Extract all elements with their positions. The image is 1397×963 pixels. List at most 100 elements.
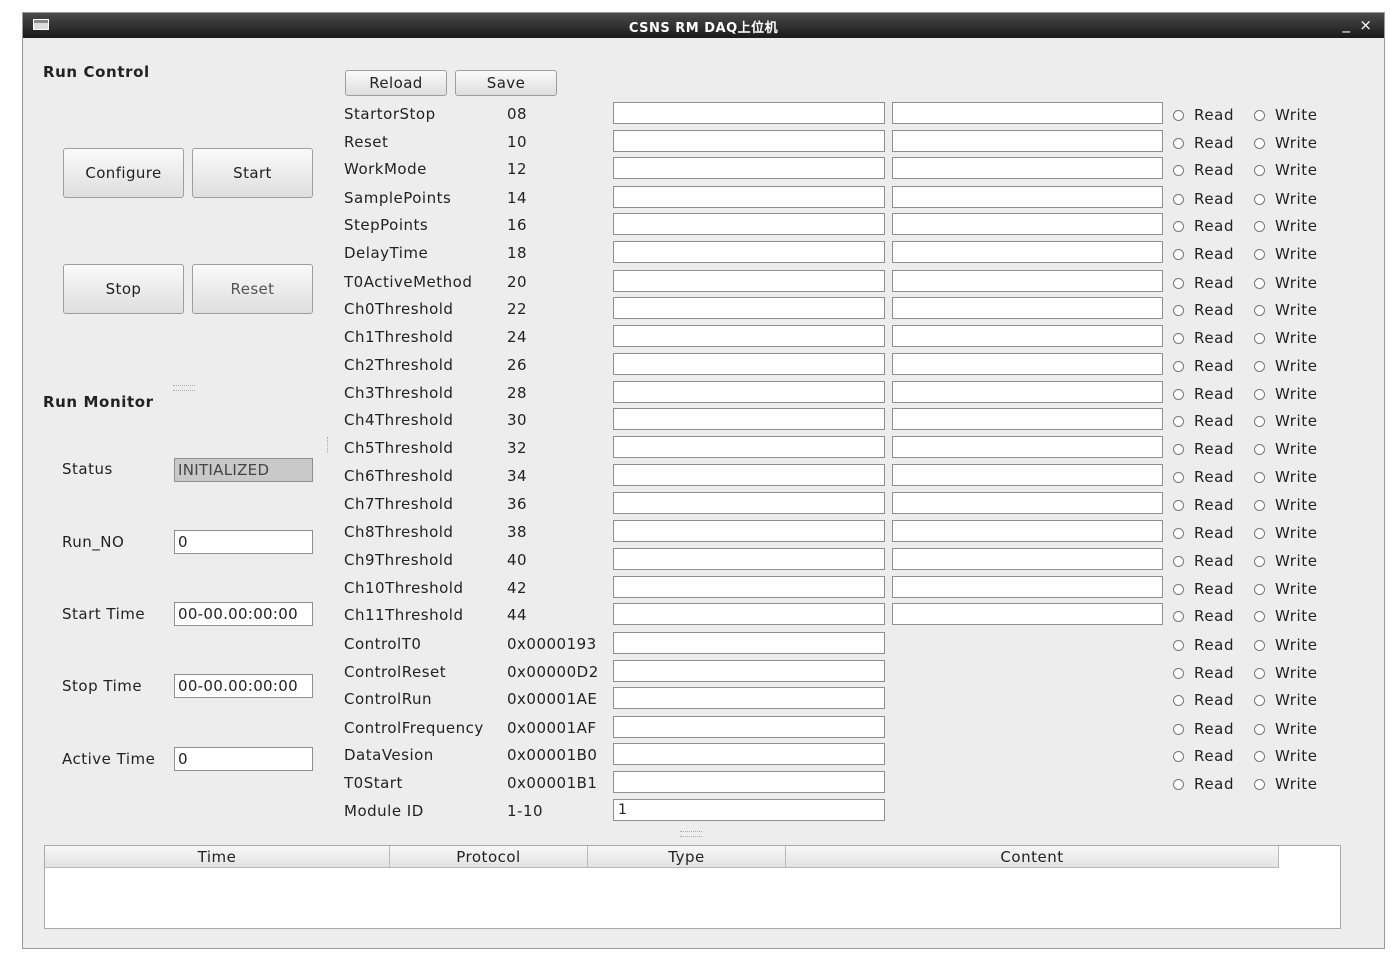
- register-value-field[interactable]: [613, 353, 885, 375]
- active-time-field[interactable]: 0: [174, 747, 313, 771]
- read-radio[interactable]: Read: [1173, 607, 1234, 625]
- register-value-field[interactable]: [613, 687, 885, 709]
- register-value-field[interactable]: [613, 660, 885, 682]
- write-radio[interactable]: Write: [1254, 217, 1318, 235]
- read-radio[interactable]: Read: [1173, 747, 1234, 765]
- read-radio[interactable]: Read: [1173, 274, 1234, 292]
- register-readback-field[interactable]: [892, 241, 1163, 263]
- column-header-content[interactable]: Content: [786, 846, 1279, 868]
- read-radio[interactable]: Read: [1173, 664, 1234, 682]
- write-radio[interactable]: Write: [1254, 607, 1318, 625]
- register-readback-field[interactable]: [892, 603, 1163, 625]
- read-radio[interactable]: Read: [1173, 468, 1234, 486]
- register-readback-field[interactable]: [892, 464, 1163, 486]
- read-radio[interactable]: Read: [1173, 552, 1234, 570]
- register-value-field[interactable]: [613, 548, 885, 570]
- write-radio[interactable]: Write: [1254, 496, 1318, 514]
- reset-button[interactable]: Reset: [192, 264, 313, 314]
- register-readback-field[interactable]: [892, 186, 1163, 208]
- register-readback-field[interactable]: [892, 130, 1163, 152]
- register-value-field[interactable]: [613, 743, 885, 765]
- read-radio[interactable]: Read: [1173, 134, 1234, 152]
- read-radio[interactable]: Read: [1173, 691, 1234, 709]
- register-value-field[interactable]: [613, 492, 885, 514]
- read-radio[interactable]: Read: [1173, 357, 1234, 375]
- write-radio[interactable]: Write: [1254, 775, 1318, 793]
- register-readback-field[interactable]: [892, 436, 1163, 458]
- read-radio[interactable]: Read: [1173, 106, 1234, 124]
- register-value-field[interactable]: [613, 297, 885, 319]
- read-radio[interactable]: Read: [1173, 580, 1234, 598]
- write-radio[interactable]: Write: [1254, 161, 1318, 179]
- stop-time-field[interactable]: 00-00.00:00:00: [174, 674, 313, 698]
- register-value-field[interactable]: [613, 130, 885, 152]
- write-radio[interactable]: Write: [1254, 468, 1318, 486]
- register-readback-field[interactable]: [892, 297, 1163, 319]
- write-radio[interactable]: Write: [1254, 412, 1318, 430]
- register-readback-field[interactable]: [892, 157, 1163, 179]
- write-radio[interactable]: Write: [1254, 134, 1318, 152]
- register-value-field[interactable]: [613, 241, 885, 263]
- register-readback-field[interactable]: [892, 548, 1163, 570]
- register-value-field[interactable]: [613, 436, 885, 458]
- close-button[interactable]: ×: [1359, 16, 1372, 34]
- start-button[interactable]: Start: [192, 148, 313, 198]
- write-radio[interactable]: Write: [1254, 245, 1318, 263]
- register-value-field[interactable]: [613, 520, 885, 542]
- write-radio[interactable]: Write: [1254, 329, 1318, 347]
- register-readback-field[interactable]: [892, 102, 1163, 124]
- read-radio[interactable]: Read: [1173, 524, 1234, 542]
- write-radio[interactable]: Write: [1254, 301, 1318, 319]
- splitter-handle[interactable]: [173, 385, 195, 391]
- register-readback-field[interactable]: [892, 325, 1163, 347]
- write-radio[interactable]: Write: [1254, 747, 1318, 765]
- write-radio[interactable]: Write: [1254, 274, 1318, 292]
- register-value-field[interactable]: [613, 603, 885, 625]
- start-time-field[interactable]: 00-00.00:00:00: [174, 602, 313, 626]
- read-radio[interactable]: Read: [1173, 190, 1234, 208]
- register-readback-field[interactable]: [892, 576, 1163, 598]
- register-value-field[interactable]: [613, 213, 885, 235]
- configure-button[interactable]: Configure: [63, 148, 184, 198]
- write-radio[interactable]: Write: [1254, 385, 1318, 403]
- log-table[interactable]: Time Protocol Type Content: [44, 845, 1341, 929]
- register-value-field[interactable]: [613, 632, 885, 654]
- register-value-field[interactable]: [613, 381, 885, 403]
- write-radio[interactable]: Write: [1254, 552, 1318, 570]
- register-readback-field[interactable]: [892, 270, 1163, 292]
- register-value-field[interactable]: [613, 325, 885, 347]
- register-readback-field[interactable]: [892, 408, 1163, 430]
- column-header-protocol[interactable]: Protocol: [390, 846, 588, 868]
- title-bar[interactable]: CSNS RM DAQ上位机 _ ×: [23, 13, 1384, 38]
- write-radio[interactable]: Write: [1254, 691, 1318, 709]
- column-header-type[interactable]: Type: [588, 846, 786, 868]
- run-no-field[interactable]: 0: [174, 530, 313, 554]
- write-radio[interactable]: Write: [1254, 357, 1318, 375]
- write-radio[interactable]: Write: [1254, 636, 1318, 654]
- register-value-field[interactable]: [613, 576, 885, 598]
- read-radio[interactable]: Read: [1173, 301, 1234, 319]
- register-value-field[interactable]: [613, 186, 885, 208]
- register-value-field[interactable]: [613, 102, 885, 124]
- read-radio[interactable]: Read: [1173, 245, 1234, 263]
- read-radio[interactable]: Read: [1173, 775, 1234, 793]
- table-splitter-handle[interactable]: [680, 831, 702, 837]
- read-radio[interactable]: Read: [1173, 412, 1234, 430]
- write-radio[interactable]: Write: [1254, 106, 1318, 124]
- register-readback-field[interactable]: [892, 520, 1163, 542]
- stop-button[interactable]: Stop: [63, 264, 184, 314]
- write-radio[interactable]: Write: [1254, 524, 1318, 542]
- module-id-field[interactable]: 1: [613, 799, 885, 821]
- write-radio[interactable]: Write: [1254, 720, 1318, 738]
- read-radio[interactable]: Read: [1173, 217, 1234, 235]
- register-value-field[interactable]: [613, 270, 885, 292]
- register-readback-field[interactable]: [892, 492, 1163, 514]
- read-radio[interactable]: Read: [1173, 329, 1234, 347]
- write-radio[interactable]: Write: [1254, 190, 1318, 208]
- read-radio[interactable]: Read: [1173, 161, 1234, 179]
- register-readback-field[interactable]: [892, 353, 1163, 375]
- write-radio[interactable]: Write: [1254, 580, 1318, 598]
- register-value-field[interactable]: [613, 408, 885, 430]
- column-header-time[interactable]: Time: [45, 846, 390, 868]
- register-value-field[interactable]: [613, 716, 885, 738]
